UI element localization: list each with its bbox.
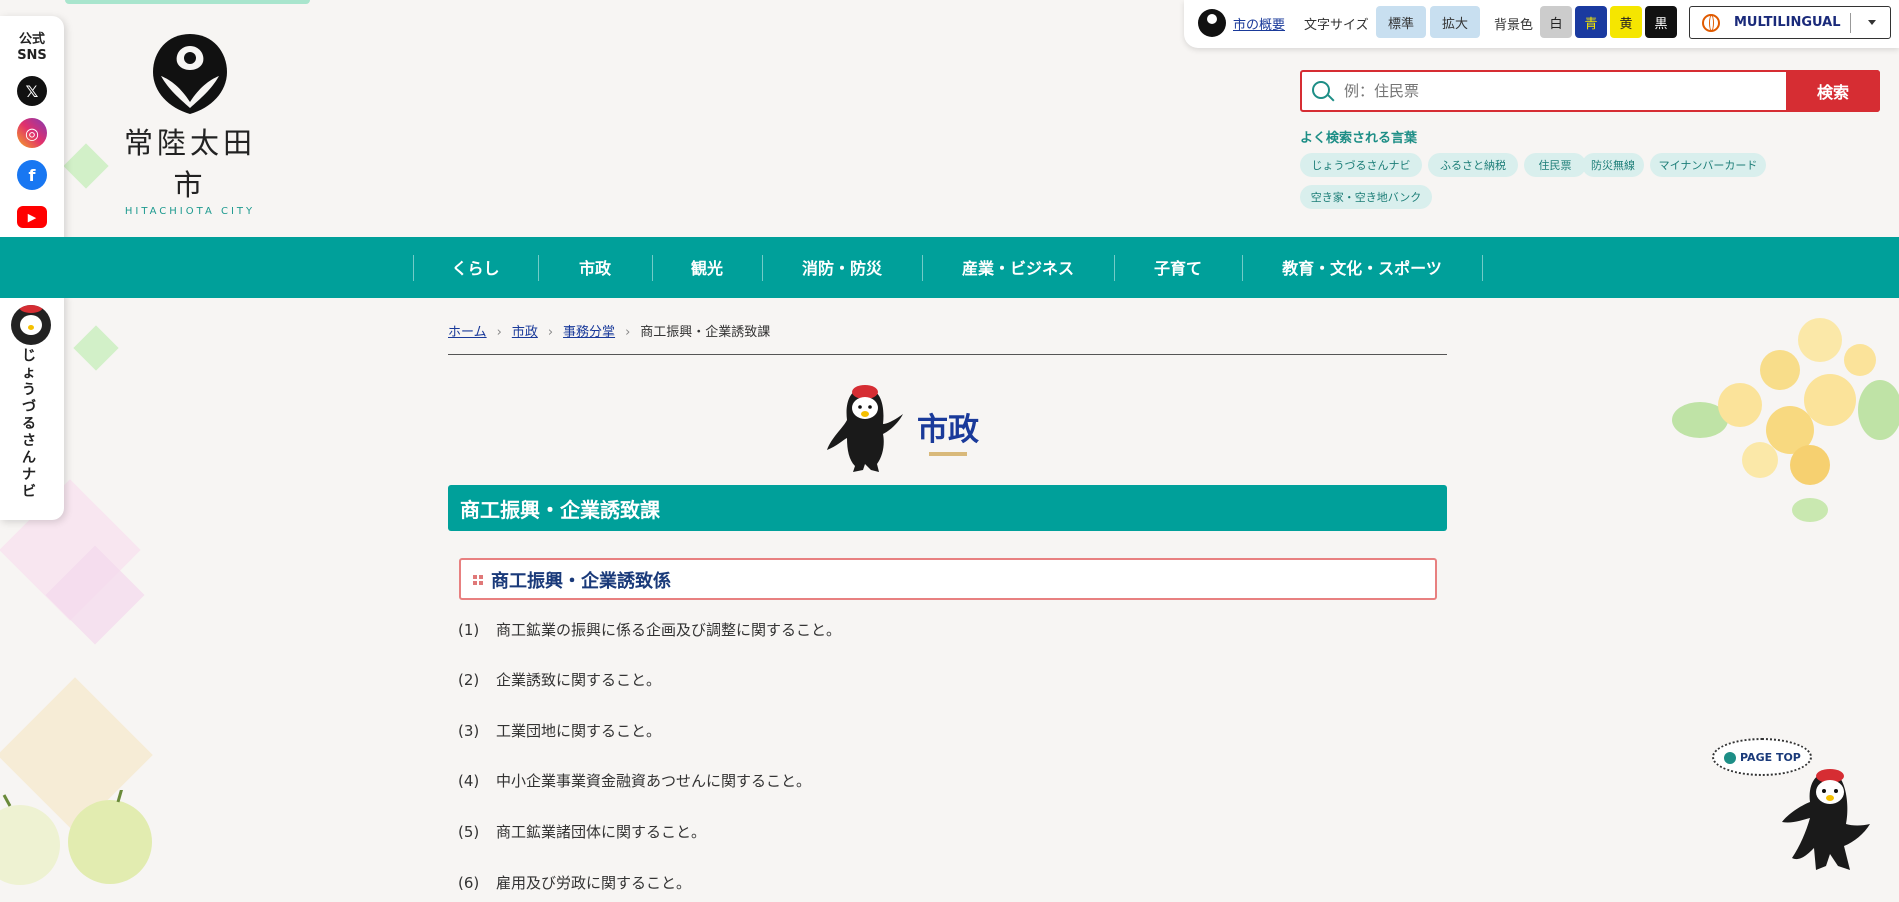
breadcrumb-home[interactable]: ホーム <box>448 325 487 340</box>
heading-marker-icon <box>473 575 483 585</box>
utility-toolbar: 市の概要 文字サイズ 標準 拡大 背景色 白 青 黄 黒 MULTILINGUA… <box>1184 0 1899 48</box>
font-standard-button[interactable]: 標準 <box>1376 6 1426 38</box>
facebook-icon[interactable]: f <box>17 160 47 190</box>
nav-item-bousai[interactable]: 消防・防災 <box>762 255 922 279</box>
font-large-button[interactable]: 拡大 <box>1430 6 1480 38</box>
arrow-up-icon <box>1724 752 1736 764</box>
search-button[interactable]: 検索 <box>1786 70 1880 112</box>
x-icon[interactable]: 𝕏 <box>17 76 47 106</box>
bg-black-button[interactable]: 黒 <box>1645 6 1677 38</box>
sns-title-line2: SNS <box>17 48 47 63</box>
decorative-diamond <box>73 325 119 371</box>
item-text: 中小企業事業資金融資あつせんに関すること。 <box>496 772 812 790</box>
breadcrumb-current: 商工振興・企業誘致課 <box>640 325 771 340</box>
chevron-right-icon: › <box>547 325 554 340</box>
search-input[interactable] <box>1342 78 1742 104</box>
youtube-icon[interactable]: ▶ <box>17 206 47 228</box>
city-name: 常陸太田市 <box>123 126 256 202</box>
search-tag[interactable]: ふるさと納税 <box>1428 153 1518 177</box>
bg-color-label: 背景色 <box>1494 18 1534 33</box>
pagetop-mascot <box>1780 766 1880 886</box>
breadcrumb-jimubunsho[interactable]: 事務分掌 <box>563 325 615 340</box>
section-heading: 商工振興・企業誘致係 <box>459 558 1437 600</box>
nav-item-shisei[interactable]: 市政 <box>538 255 652 279</box>
item-text: 企業誘致に関すること。 <box>496 671 662 689</box>
search-tag[interactable]: 空き家・空き地バンク <box>1300 185 1432 209</box>
breadcrumb: ホーム › 市政 › 事務分掌 › 商工振興・企業誘致課 <box>448 321 770 340</box>
item-text: 工業団地に関すること。 <box>496 722 662 740</box>
list-item: (4) 中小企業事業資金融資あつせんに関すること。 <box>458 770 811 791</box>
chevron-down-icon <box>1868 20 1876 25</box>
item-text: 商工鉱業の振興に係る企画及び調整に関すること。 <box>496 621 842 639</box>
search-bar: 検索 <box>1300 70 1880 112</box>
multilingual-label: MULTILINGUAL <box>1734 15 1841 30</box>
multilingual-select[interactable]: MULTILINGUAL <box>1689 6 1891 39</box>
page-top-label: PAGE TOP <box>1740 751 1801 764</box>
department-heading: 商工振興・企業誘致課 <box>448 485 1447 531</box>
search-tag[interactable]: じょうづるさんナビ <box>1300 153 1422 177</box>
search-tag[interactable]: マイナンバーカード <box>1650 153 1766 177</box>
sns-panel: 公式 SNS 𝕏 ◎ f ▶ <box>0 16 64 266</box>
item-number: (1) <box>458 621 480 639</box>
frequent-search-title: よく検索される言葉 <box>1300 131 1418 146</box>
font-size-label: 文字サイズ <box>1304 18 1369 33</box>
globe-icon <box>1702 14 1720 32</box>
bg-yellow-button[interactable]: 黄 <box>1610 6 1642 38</box>
item-number: (2) <box>458 671 480 689</box>
navi-label: じょうづるさんナビ <box>22 348 36 500</box>
nav-item-kyoiku[interactable]: 教育・文化・スポーツ <box>1242 255 1482 279</box>
search-tag[interactable]: 防災無線 <box>1582 153 1644 177</box>
crane-emblem-icon <box>149 30 231 116</box>
mascot-icon <box>11 305 51 345</box>
city-overview-link[interactable]: 市の概要 <box>1233 14 1285 33</box>
nav-item-kosodate[interactable]: 子育て <box>1114 255 1242 279</box>
list-item: (6) 雇用及び労政に関すること。 <box>458 872 691 893</box>
sns-title: 公式 SNS <box>0 32 64 64</box>
item-text: 商工鉱業諸団体に関すること。 <box>496 823 707 841</box>
item-text: 雇用及び労政に関すること。 <box>496 874 692 892</box>
flower-decoration <box>1660 300 1899 530</box>
breadcrumb-shisei[interactable]: 市政 <box>512 325 538 340</box>
decorative-bar <box>65 0 310 4</box>
global-nav: くらし 市政 観光 消防・防災 産業・ビジネス 子育て 教育・文化・スポーツ <box>0 237 1899 298</box>
title-underline <box>929 452 967 456</box>
fruit-decoration <box>0 787 160 898</box>
city-logo[interactable]: 常陸太田市 HITACHIOTA CITY <box>110 30 270 217</box>
sns-title-line1: 公式 <box>18 32 45 47</box>
list-item: (2) 企業誘致に関すること。 <box>458 669 661 690</box>
bg-blue-button[interactable]: 青 <box>1575 6 1607 38</box>
search-tag[interactable]: 住民票 <box>1524 153 1586 177</box>
breadcrumb-divider <box>448 354 1447 355</box>
mascot-illustration <box>825 380 905 472</box>
bg-white-button[interactable]: 白 <box>1540 6 1572 38</box>
item-number: (5) <box>458 823 480 841</box>
list-item: (3) 工業団地に関すること。 <box>458 720 661 741</box>
nav-item-sangyo[interactable]: 産業・ビジネス <box>922 255 1114 279</box>
list-item: (5) 商工鉱業諸団体に関すること。 <box>458 821 706 842</box>
nav-item-kurashi[interactable]: くらし <box>413 255 538 279</box>
chevron-right-icon: › <box>625 325 631 340</box>
city-name-en: HITACHIOTA CITY <box>124 206 256 217</box>
city-emblem-icon <box>1198 9 1226 37</box>
list-item: (1) 商工鉱業の振興に係る企画及び調整に関すること。 <box>458 619 841 640</box>
item-number: (6) <box>458 874 480 892</box>
joudurusan-navi-button[interactable]: じょうづるさんナビ <box>0 286 64 520</box>
decorative-diamond <box>63 143 109 189</box>
instagram-icon[interactable]: ◎ <box>17 118 47 148</box>
chevron-right-icon: › <box>496 325 502 340</box>
section-heading-text: 商工振興・企業誘致係 <box>491 571 671 592</box>
nav-item-kanko[interactable]: 観光 <box>652 255 762 279</box>
item-number: (3) <box>458 722 480 740</box>
item-number: (4) <box>458 772 480 790</box>
page-title: 市政 <box>917 412 979 448</box>
